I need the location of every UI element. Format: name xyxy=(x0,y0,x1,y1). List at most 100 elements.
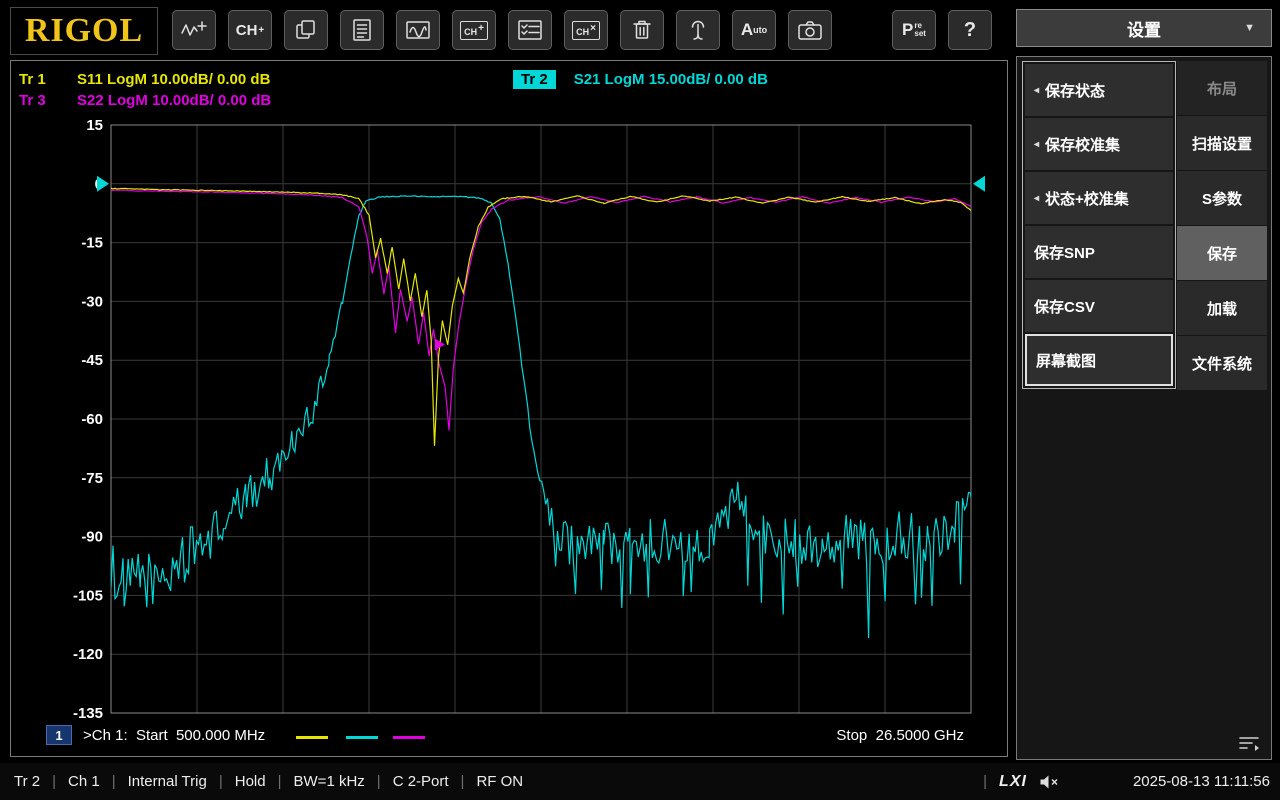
delete-button[interactable] xyxy=(620,10,664,50)
status-item-hold[interactable]: Hold xyxy=(235,773,266,790)
channel-info-row: 1 >Ch 1: Start 500.000 MHz Stop 26.5000 … xyxy=(11,721,1007,751)
menu-item-label: 保存状态 xyxy=(1045,80,1105,101)
svg-text:-105: -105 xyxy=(73,587,103,604)
touch-toggle-button[interactable] xyxy=(676,10,720,50)
trace1-color-swatch xyxy=(296,736,328,739)
speaker-mute-icon[interactable] xyxy=(1039,774,1059,790)
trace1-legend[interactable]: Tr 1 S11 LogM 10.00dB/ 0.00 dB xyxy=(19,71,270,88)
menu-tab-layout[interactable]: 布局 xyxy=(1177,61,1267,115)
help-button[interactable]: ? xyxy=(948,10,992,50)
menu-collapse-icon xyxy=(1237,735,1261,751)
submenu-arrow-icon: ◂ xyxy=(1034,139,1039,150)
status-item-rf-on[interactable]: RF ON xyxy=(476,773,523,790)
menu-tab-s-params[interactable]: S参数 xyxy=(1177,171,1267,225)
menu-collapse-button[interactable] xyxy=(1235,733,1263,753)
trace2-legend[interactable]: Tr 2 S21 LogM 15.00dB/ 0.00 dB xyxy=(513,70,768,89)
delete-channel-button[interactable]: CH× xyxy=(564,10,608,50)
channel-window-icon: CH+ xyxy=(460,21,488,40)
new-trace-window-button[interactable] xyxy=(396,10,440,50)
menu-tab-sweep-setup[interactable]: 扫描设置 xyxy=(1177,116,1267,170)
menu-item-label: 保存SNP xyxy=(1034,242,1095,263)
menu-item-save-cal-set[interactable]: ◂ 保存校准集 xyxy=(1025,118,1173,170)
chevron-down-icon: ▼ xyxy=(1244,22,1255,34)
trace-checklist-icon xyxy=(517,18,543,42)
camera-icon xyxy=(797,19,823,41)
trash-icon xyxy=(631,18,653,42)
menu-item-save-snp[interactable]: 保存SNP xyxy=(1025,226,1173,278)
svg-text:-135: -135 xyxy=(73,705,103,722)
new-channel-window-button[interactable]: CH+ xyxy=(452,10,496,50)
copy-icon xyxy=(294,18,318,42)
channel-delete-icon: CH× xyxy=(572,21,600,40)
status-item-bw-1-khz[interactable]: BW=1 kHz xyxy=(294,773,365,790)
menu-tab-save[interactable]: 保存 xyxy=(1177,226,1267,280)
toolbar-buttons: CH+ CH+ xyxy=(172,10,992,50)
separator: | xyxy=(52,773,56,790)
status-item-tr-2[interactable]: Tr 2 xyxy=(14,773,40,790)
svg-text:-60: -60 xyxy=(81,411,103,428)
settings-dropdown[interactable]: 设置 ▼ xyxy=(1016,9,1272,47)
preset-small-label: reset xyxy=(914,22,926,38)
status-right: | LXI 2025-08-13 11:11:56 xyxy=(983,773,1270,791)
lxi-logo: LXI xyxy=(999,773,1027,791)
trace-add-icon xyxy=(180,18,208,42)
menu-item-save-state[interactable]: ◂ 保存状态 xyxy=(1025,64,1173,116)
trace3-color-swatch xyxy=(393,736,425,739)
menu-item-label: 保存校准集 xyxy=(1045,134,1120,155)
auto-scale-button[interactable]: Auto xyxy=(732,10,776,50)
datetime-label: 2025-08-13 11:11:56 xyxy=(1133,773,1270,790)
menu-item-state-plus-cal-set[interactable]: ◂状态+校准集 xyxy=(1025,172,1173,224)
menu-item-group: ◂ 保存状态 ◂ 保存校准集 ◂状态+校准集保存SNP 保存CSV 屏幕截图 xyxy=(1022,61,1176,389)
svg-text:-30: -30 xyxy=(81,293,103,310)
plus-icon: + xyxy=(258,25,264,36)
measure-setup-button[interactable] xyxy=(340,10,384,50)
vna-screen: RIGOL CH+ xyxy=(0,0,1280,800)
svg-text:-45: -45 xyxy=(81,352,103,369)
menu-tab-file-system[interactable]: 文件系统 xyxy=(1177,336,1267,390)
separator: | xyxy=(983,773,987,790)
separator: | xyxy=(461,773,465,790)
trace2-detail: S21 LogM 15.00dB/ 0.00 dB xyxy=(574,71,768,88)
touch-icon xyxy=(686,18,710,42)
sparameter-plot[interactable]: 150-15-30-45-60-75-90-105-120-135 xyxy=(11,61,1009,758)
separator: | xyxy=(278,773,282,790)
softkey-menu-panel: ◂ 保存状态 ◂ 保存校准集 ◂状态+校准集保存SNP 保存CSV 屏幕截图 布局扫描设置S… xyxy=(1016,56,1272,760)
add-trace-button[interactable] xyxy=(172,10,216,50)
channel-stop-label[interactable]: Stop 26.5000 GHz xyxy=(836,727,964,744)
menu-item-save-csv[interactable]: 保存CSV xyxy=(1025,280,1173,332)
trace2-active-badge: Tr 2 xyxy=(513,70,556,89)
screenshot-button[interactable] xyxy=(788,10,832,50)
status-item-internal-trig[interactable]: Internal Trig xyxy=(128,773,207,790)
channel-start-label[interactable]: >Ch 1: Start 500.000 MHz xyxy=(83,727,265,744)
submenu-arrow-icon: ◂ xyxy=(1034,85,1039,96)
menu-tab-load[interactable]: 加载 xyxy=(1177,281,1267,335)
preset-label: P xyxy=(902,20,913,40)
svg-text:15: 15 xyxy=(86,117,103,134)
top-toolbar: RIGOL CH+ xyxy=(0,0,1280,60)
copy-channel-button[interactable] xyxy=(284,10,328,50)
measurement-display: 150-15-30-45-60-75-90-105-120-135 Tr 1 S… xyxy=(10,60,1008,757)
separator: | xyxy=(112,773,116,790)
status-item-ch-1[interactable]: Ch 1 xyxy=(68,773,100,790)
menu-tab-group: 布局扫描设置S参数保存加载文件系统 xyxy=(1177,61,1267,390)
menu-item-screenshot[interactable]: 屏幕截图 xyxy=(1025,334,1173,386)
status-item-c-2-port[interactable]: C 2-Port xyxy=(393,773,449,790)
menu-item-label: 状态+校准集 xyxy=(1045,188,1129,209)
status-items: Tr 2|Ch 1|Internal Trig|Hold|BW=1 kHz|C … xyxy=(0,773,523,790)
status-bar: Tr 2 | Ch 1 | Internal Trig | Hold | BW=1 kHz | C … xyxy=(0,763,1280,800)
rigol-logo: RIGOL xyxy=(10,7,158,55)
menu-item-label: 屏幕截图 xyxy=(1036,350,1096,371)
ch-label: CH xyxy=(236,22,258,39)
menu-item-label: 保存CSV xyxy=(1034,296,1095,317)
channel-number-badge[interactable]: 1 xyxy=(46,725,72,745)
add-channel-button[interactable]: CH+ xyxy=(228,10,272,50)
help-icon: ? xyxy=(964,19,976,42)
trace3-legend[interactable]: Tr 3 S22 LogM 10.00dB/ 0.00 dB xyxy=(19,92,271,109)
svg-text:-15: -15 xyxy=(81,235,103,252)
trace1-detail: S11 LogM 10.00dB/ 0.00 dB xyxy=(77,71,270,88)
trace-config-button[interactable] xyxy=(508,10,552,50)
preset-button[interactable]: P reset xyxy=(892,10,936,50)
trace2-color-swatch xyxy=(346,736,378,739)
trace1-id: Tr 1 xyxy=(19,71,59,88)
measurement-list-icon xyxy=(350,18,374,42)
